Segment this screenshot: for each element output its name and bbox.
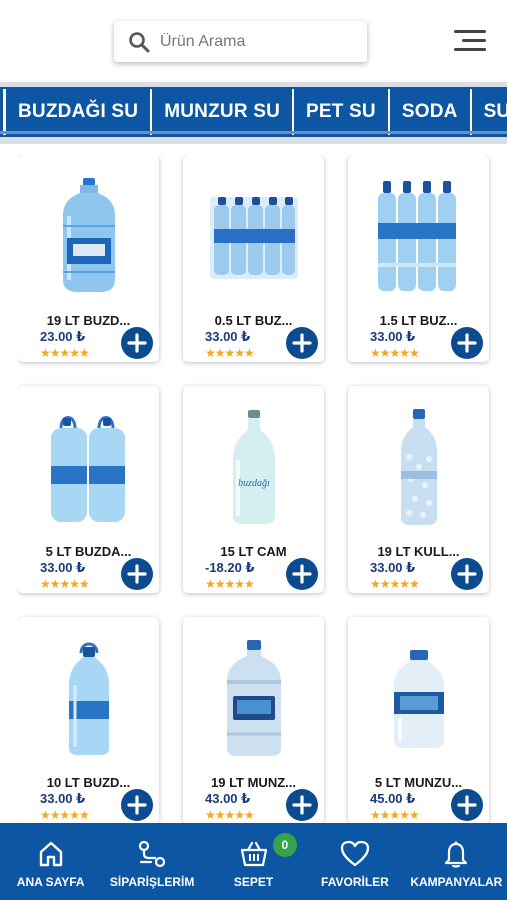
product-name: 15 LT CAM [220,544,287,559]
product-card[interactable]: 5 LT MUNZU... 45.00 ₺ ★★★★★ [348,617,489,823]
add-to-cart-button[interactable] [121,789,153,821]
add-to-cart-button[interactable] [451,558,483,590]
add-to-cart-button[interactable] [121,327,153,359]
plus-icon [292,564,312,584]
product-price: 33.00 ₺ [40,560,86,575]
hamburger-menu-icon[interactable] [454,30,486,52]
product-name: 19 LT MUNZ... [211,775,296,790]
category-scroll-indicator [0,131,507,134]
bell-icon [441,839,471,869]
product-rating-stars: ★★★★★ [205,346,255,360]
add-to-cart-button[interactable] [286,558,318,590]
bottom-navigation: ANA SAYFA SİPARİŞLERİM SEPET 0 FAVORİLER… [0,823,507,900]
product-grid: 19 LT BUZD... 23.00 ₺ ★★★★★ 0.5 LT BUZ..… [18,155,493,823]
heart-icon [340,839,370,869]
product-rating-stars: ★★★★★ [205,808,255,822]
product-rating-stars: ★★★★★ [40,577,90,591]
home-icon [36,839,66,869]
nav-label: SEPET [233,875,274,889]
plus-icon [127,795,147,815]
product-image-water-5lt-pack [18,400,159,534]
category-tab-buzdagi-su[interactable]: BUZDAĞI SU [6,87,150,137]
nav-label: SİPARİŞLERİM [109,875,195,889]
add-to-cart-button[interactable] [286,789,318,821]
add-to-cart-button[interactable] [451,327,483,359]
app-screen: BUZDAĞI SU MUNZUR SU PET SU SODA SU AK [0,0,507,900]
orders-route-icon [137,839,167,869]
header [0,0,507,82]
product-card[interactable]: 1.5 LT BUZ... 33.00 ₺ ★★★★★ [348,155,489,362]
cart-count-badge: 0 [272,833,297,857]
category-bar: BUZDAĞI SU MUNZUR SU PET SU SODA SU AK [0,82,507,144]
product-rating-stars: ★★★★★ [40,346,90,360]
category-tab-su-aksesuar[interactable]: SU AK [472,87,507,137]
product-price: 33.00 ₺ [205,329,251,344]
nav-item-campaigns[interactable]: KAMPANYALAR [406,823,507,900]
nav-label: FAVORİLER [321,875,389,889]
plus-icon [127,333,147,353]
product-name: 0.5 LT BUZ... [214,313,293,328]
nav-label: KAMPANYALAR [410,875,503,889]
product-price: 23.00 ₺ [40,329,86,344]
product-card[interactable]: 19 LT MUNZ... 43.00 ₺ ★★★★★ [183,617,324,823]
nav-item-cart[interactable]: SEPET 0 [203,823,304,900]
product-name: 1.5 LT BUZ... [379,313,458,328]
product-price: 33.00 ₺ [370,560,416,575]
plus-icon [457,795,477,815]
search-input[interactable] [160,32,350,51]
product-name: 19 LT BUZD... [46,313,131,328]
basket-icon [239,839,269,869]
add-to-cart-button[interactable] [121,558,153,590]
product-rating-stars: ★★★★★ [370,577,420,591]
product-image-bottle-pack-small [183,169,324,303]
product-image-water-jug-19lt [18,169,159,303]
product-price: 43.00 ₺ [205,791,251,806]
product-name: 10 LT BUZD... [46,775,131,790]
category-tab-soda[interactable]: SODA [390,87,470,137]
product-image-water-19lt-single [348,400,489,534]
nav-item-home[interactable]: ANA SAYFA [0,823,101,900]
category-tab-pet-su[interactable]: PET SU [294,87,388,137]
svg-text:buzdağı: buzdağı [238,478,270,489]
product-card[interactable]: 5 LT BUZDA... 33.00 ₺ ★★★★★ [18,386,159,593]
search-icon [128,31,150,53]
product-image-glass-jug-15lt: buzdağı [183,400,324,534]
plus-icon [457,564,477,584]
add-to-cart-button[interactable] [286,327,318,359]
product-image-water-10lt [18,631,159,765]
plus-icon [127,564,147,584]
product-image-munzur-5lt [348,631,489,765]
product-card[interactable]: buzdağı 15 LT CAM -18.20 ₺ ★★★★★ [183,386,324,593]
product-name: 5 LT MUNZU... [374,775,463,790]
search-bar[interactable] [114,21,367,62]
product-price: -18.20 ₺ [205,560,255,575]
product-rating-stars: ★★★★★ [205,577,255,591]
product-price: 33.00 ₺ [370,329,416,344]
product-image-bottle-pack-large [348,169,489,303]
product-name: 19 LT KULL... [377,544,460,559]
product-rating-stars: ★★★★★ [370,346,420,360]
category-tab-munzur-su[interactable]: MUNZUR SU [152,87,292,137]
product-card[interactable]: 0.5 LT BUZ... 33.00 ₺ ★★★★★ [183,155,324,362]
product-name: 5 LT BUZDA... [45,544,132,559]
plus-icon [292,333,312,353]
product-card[interactable]: 19 LT KULL... 33.00 ₺ ★★★★★ [348,386,489,593]
plus-icon [292,795,312,815]
plus-icon [457,333,477,353]
product-card[interactable]: 10 LT BUZD... 33.00 ₺ ★★★★★ [18,617,159,823]
nav-item-orders[interactable]: SİPARİŞLERİM [101,823,202,900]
nav-item-favorites[interactable]: FAVORİLER [304,823,405,900]
product-image-munzur-19lt [183,631,324,765]
product-rating-stars: ★★★★★ [40,808,90,822]
product-price: 33.00 ₺ [40,791,86,806]
product-rating-stars: ★★★★★ [370,808,420,822]
category-tabs[interactable]: BUZDAĞI SU MUNZUR SU PET SU SODA SU AK [0,87,507,137]
nav-label: ANA SAYFA [16,875,85,889]
add-to-cart-button[interactable] [451,789,483,821]
product-price: 45.00 ₺ [370,791,416,806]
product-card[interactable]: 19 LT BUZD... 23.00 ₺ ★★★★★ [18,155,159,362]
